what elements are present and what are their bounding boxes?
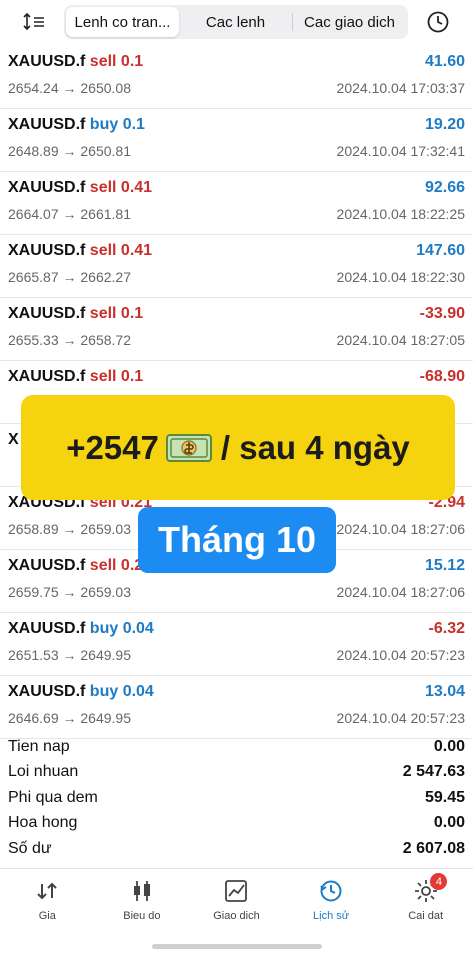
- tab-deals[interactable]: Cac giao dich: [293, 7, 406, 37]
- clock-icon[interactable]: [426, 10, 450, 34]
- deal-symbol: X: [8, 431, 19, 448]
- deal-symbol: XAUUSD.f buy 0.04: [8, 620, 154, 637]
- month-banner: Tháng 10: [138, 507, 336, 573]
- deal-profit: 147.60: [416, 242, 465, 259]
- candlestick-icon: [133, 881, 150, 901]
- deal-profit: 15.12: [424, 557, 465, 574]
- deal-row[interactable]: XAUUSD.f buy 0.04 13.04 2646.69 → 2649.9…: [0, 676, 473, 739]
- deal-side: sell 0.41: [89, 179, 153, 196]
- deal-row[interactable]: XAUUSD.f sell 0.41 92.66 2664.07 → 2661.…: [0, 172, 473, 235]
- tab-open-orders[interactable]: Lenh co tran...: [66, 7, 179, 37]
- deal-side: sell 0.1: [89, 368, 144, 385]
- bottom-nav: Gia Bieu do Giao dich Lịch sử 4 Cai dat: [0, 868, 473, 939]
- deal-symbol: XAUUSD.f sell 0.1: [8, 368, 144, 385]
- deal-prices: 2665.87 → 2662.27: [8, 269, 131, 285]
- deal-row[interactable]: XAUUSD.f buy 0.1 19.20 2648.89 → 2650.81…: [0, 109, 473, 172]
- deal-symbol: XAUUSD.f sell 0.1: [8, 53, 144, 70]
- nav-item-chart[interactable]: Bieu do: [95, 869, 190, 939]
- deal-side: buy 0.04: [89, 620, 154, 637]
- deal-profit: 92.66: [424, 179, 465, 196]
- profit-banner: +2547 / sau 4 ngày: [21, 395, 455, 500]
- deal-prices: 2646.69 → 2649.95: [8, 710, 131, 726]
- deal-prices: 2658.89 → 2659.03: [8, 521, 131, 537]
- deal-row[interactable]: XAUUSD.f sell 0.1 41.60 2654.24 → 2650.0…: [0, 46, 473, 109]
- nav-label: Cai dat: [408, 910, 444, 922]
- deal-profit: 13.04: [424, 683, 465, 700]
- summary-panel: Tien nap 0.00 Loi nhuan 2 547.63 Phi qua d…: [0, 734, 473, 862]
- deal-profit: -6.32: [428, 620, 465, 637]
- deal-time: 2024.10.04 18:27:06: [336, 584, 465, 600]
- summary-label: Tien nap: [8, 737, 70, 755]
- deal-time: 2024.10.04 17:32:41: [336, 143, 465, 159]
- deals-list: XAUUSD.f sell 0.1 41.60 2654.24 → 2650.0…: [0, 46, 473, 739]
- money-icon: [165, 433, 212, 462]
- summary-row-commission: Hoa hong 0.00: [0, 811, 473, 837]
- summary-row-swap: Phi qua dem 59.45: [0, 785, 473, 811]
- price-arrows-icon: [37, 882, 58, 900]
- summary-label: Loi nhuan: [8, 763, 79, 781]
- summary-label: Phi qua dem: [8, 788, 98, 806]
- history-clock-icon: [320, 880, 342, 902]
- deal-row[interactable]: XAUUSD.f sell 0.41 147.60 2665.87 → 2662…: [0, 235, 473, 298]
- deal-row[interactable]: XAUUSD.f sell 0.1 -33.90 2655.33 → 2658.…: [0, 298, 473, 361]
- summary-value: 59.45: [424, 788, 465, 806]
- deal-prices: 2651.53 → 2649.95: [8, 647, 131, 663]
- summary-value: 2 547.63: [402, 763, 465, 781]
- summary-row-deposit: Tien nap 0.00: [0, 734, 473, 760]
- banner-duration: / sau 4 ngày: [220, 428, 410, 466]
- deal-time: 2024.10.04 18:27:06: [336, 521, 465, 537]
- deal-symbol: XAUUSD.f sell 0.41: [8, 242, 153, 259]
- summary-row-balance: Số dư 2 607.08: [0, 836, 473, 862]
- summary-row-profit: Loi nhuan 2 547.63: [0, 760, 473, 786]
- nav-label: Bieu do: [123, 910, 161, 922]
- deal-prices: 2664.07 → 2661.81: [8, 206, 131, 222]
- deal-side: buy 0.1: [89, 116, 145, 133]
- deal-time: 2024.10.04 18:22:25: [336, 206, 465, 222]
- nav-item-settings[interactable]: 4 Cai dat: [378, 869, 473, 939]
- deal-prices: 2659.75 → 2659.03: [8, 584, 131, 600]
- nav-item-price[interactable]: Gia: [0, 869, 95, 939]
- deal-profit: -68.90: [419, 368, 465, 385]
- deal-symbol: XAUUSD.f buy 0.04: [8, 683, 154, 700]
- deal-row[interactable]: XAUUSD.f buy 0.04 -6.32 2651.53 → 2649.9…: [0, 613, 473, 676]
- deal-time: 2024.10.04 20:57:23: [336, 710, 465, 726]
- deal-profit: 41.60: [424, 53, 465, 70]
- deal-time: 2024.10.04 17:03:37: [336, 80, 465, 96]
- summary-value: 2 607.08: [402, 839, 465, 857]
- home-indicator: [152, 944, 322, 949]
- deal-time: 2024.10.04 18:22:30: [336, 269, 465, 285]
- deal-symbol: XAUUSD.f sell 0.41: [8, 179, 153, 196]
- notification-badge: 4: [430, 873, 448, 890]
- nav-label: Gia: [38, 910, 56, 922]
- summary-value: 0.00: [433, 814, 465, 832]
- summary-value: 0.00: [433, 737, 465, 755]
- deal-side: sell 0.41: [89, 242, 153, 259]
- deal-prices: 2655.33 → 2658.72: [8, 332, 131, 348]
- summary-label: Số dư: [8, 839, 52, 857]
- nav-item-history[interactable]: Lịch sử: [284, 869, 379, 939]
- deal-symbol: XAUUSD.f sell 0.21: [8, 557, 153, 574]
- trade-chart-icon: [225, 880, 248, 902]
- nav-label: Giao dich: [213, 910, 260, 922]
- nav-label: Lịch sử: [313, 910, 350, 922]
- top-bar: Lenh co tran... Cac lenh Cac giao dich: [0, 0, 473, 44]
- deal-side: sell 0.1: [89, 305, 144, 322]
- tab-bar: Lenh co tran... Cac lenh Cac giao dich: [64, 5, 408, 39]
- deal-side: sell 0.1: [89, 53, 144, 70]
- deal-profit: -33.90: [419, 305, 465, 322]
- deal-time: 2024.10.04 20:57:23: [336, 647, 465, 663]
- banner-month: Tháng 10: [157, 519, 317, 560]
- deal-profit: 19.20: [424, 116, 465, 133]
- tab-orders[interactable]: Cac lenh: [179, 7, 292, 37]
- summary-label: Hoa hong: [8, 814, 78, 832]
- deal-time: 2024.10.04 18:27:05: [336, 332, 465, 348]
- banner-amount: +2547: [66, 428, 159, 466]
- deal-symbol: XAUUSD.f sell 0.1: [8, 305, 144, 322]
- deal-symbol: XAUUSD.f buy 0.1: [8, 116, 145, 133]
- deal-prices: 2648.89 → 2650.81: [8, 143, 131, 159]
- sort-icon[interactable]: [22, 10, 46, 34]
- deal-prices: 2654.24 → 2650.08: [8, 80, 131, 96]
- nav-item-trade[interactable]: Giao dich: [189, 869, 284, 939]
- deal-side: buy 0.04: [89, 683, 154, 700]
